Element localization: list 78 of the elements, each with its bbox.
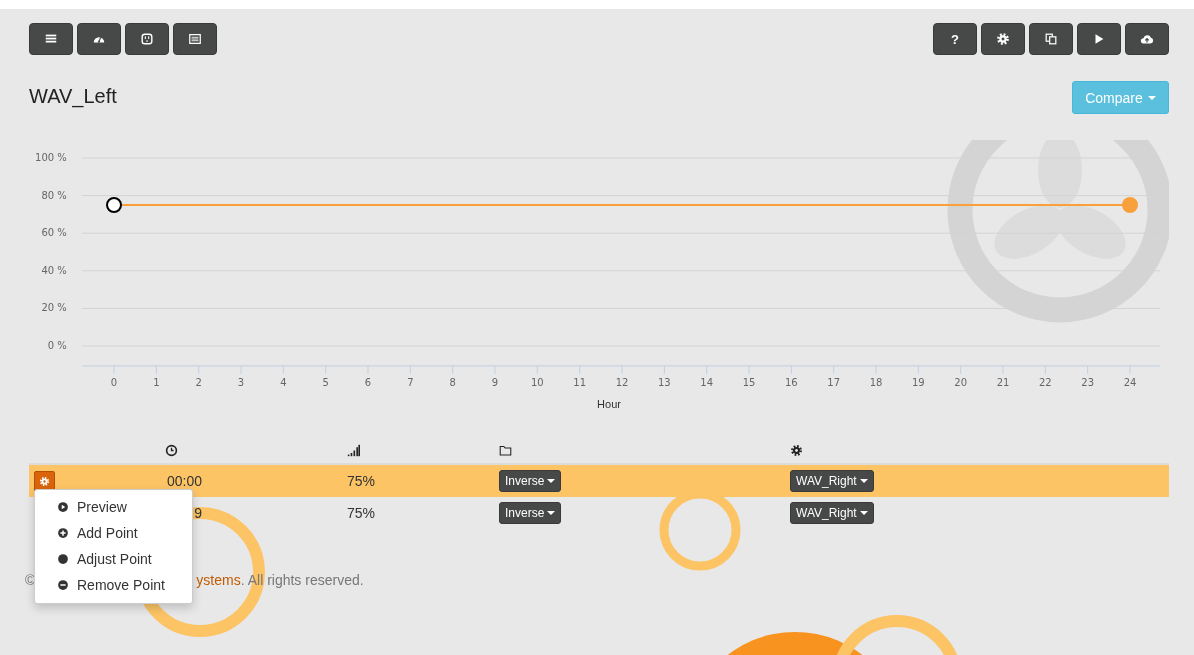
help-button[interactable]: ? — [933, 23, 977, 55]
x-tick-label: 6 — [364, 376, 372, 388]
x-tick-label: 15 — [742, 376, 756, 388]
x-axis-label: Hour — [597, 397, 621, 410]
copy-button[interactable] — [1029, 23, 1073, 55]
time-text: 00:00 — [165, 473, 202, 489]
x-tick-label: 2 — [195, 376, 202, 388]
list-icon — [44, 32, 58, 46]
x-tick-label: 8 — [449, 376, 456, 388]
selected-table-row[interactable]: 00:00 75% Inverse WAV_Right — [29, 465, 1169, 497]
x-tick-label: 22 — [1038, 376, 1052, 388]
settings-icon — [996, 32, 1010, 46]
upload-button[interactable] — [1125, 23, 1169, 55]
x-tick-label: 4 — [280, 376, 287, 388]
target-dropdown[interactable]: WAV_Right — [790, 502, 874, 524]
menu-item[interactable]: Remove Point — [35, 572, 192, 598]
caret-icon — [859, 511, 868, 515]
x-tick-label: 21 — [996, 376, 1010, 388]
x-tick-label: 12 — [615, 376, 629, 388]
x-tick-label: 16 — [784, 376, 798, 388]
x-tick-label: 19 — [911, 376, 925, 388]
settings-icon — [39, 475, 50, 487]
x-tick-label: 18 — [869, 376, 883, 388]
settings-button[interactable] — [981, 23, 1025, 55]
y-tick-label: 100 % — [35, 152, 67, 163]
menu-item[interactable]: Add Point — [35, 520, 192, 546]
circle-icon — [57, 553, 69, 565]
minus-circle-icon — [57, 579, 69, 591]
menu-item[interactable]: Adjust Point — [35, 546, 192, 572]
cloud-upload-icon — [1140, 32, 1154, 46]
signal-bars-icon — [347, 443, 360, 457]
x-tick-label: 9 — [491, 376, 499, 388]
y-tick-label: 40 % — [41, 264, 67, 276]
x-tick-label: 3 — [237, 376, 245, 388]
plus-circle-icon — [57, 527, 69, 539]
x-tick-label: 14 — [700, 376, 714, 388]
settings-icon — [790, 443, 803, 457]
caret-icon — [547, 511, 556, 515]
folder-icon — [499, 443, 512, 457]
target-dropdown[interactable]: WAV_Right — [790, 470, 874, 492]
x-tick-label: 24 — [1123, 376, 1137, 388]
row-settings-button[interactable] — [34, 470, 55, 492]
page-title: WAV_Left — [29, 85, 117, 108]
outlet-button[interactable] — [125, 23, 169, 55]
caret-icon — [859, 479, 868, 483]
play-button[interactable] — [1077, 23, 1121, 55]
x-tick-label: 17 — [827, 376, 841, 388]
y-tick-label: 20 % — [41, 302, 67, 314]
y-tick-label: 60 % — [41, 227, 67, 239]
x-tick-label: 13 — [657, 376, 671, 388]
x-tick-label: 7 — [407, 376, 414, 388]
x-tick-label: 1 — [153, 376, 160, 388]
table-icon — [188, 32, 202, 46]
play-circle-icon — [57, 501, 69, 513]
table-button[interactable] — [173, 23, 217, 55]
dashboard-button[interactable] — [77, 23, 121, 55]
x-tick-label: 23 — [1081, 376, 1095, 388]
data-point[interactable] — [106, 197, 122, 213]
x-tick-label: 0 — [110, 376, 118, 388]
y-tick-label: 80 % — [41, 189, 67, 201]
percent-text: 75% — [347, 473, 376, 489]
percent-text: 75% — [347, 505, 376, 521]
mode-dropdown[interactable]: Inverse — [499, 470, 562, 492]
x-tick-label: 11 — [573, 376, 587, 388]
mode-dropdown[interactable]: Inverse — [499, 502, 562, 524]
x-tick-label: 5 — [322, 376, 329, 388]
outlet-icon — [140, 32, 154, 46]
time-text: 9 — [193, 505, 202, 521]
y-tick-label: 0 % — [47, 340, 67, 351]
company-link[interactable]: ystems — [196, 572, 241, 588]
x-tick-label: 10 — [530, 376, 544, 388]
caret-icon — [1147, 95, 1156, 100]
caret-icon — [547, 479, 556, 483]
menu-item[interactable]: Preview — [35, 494, 192, 520]
copy-icon — [1044, 32, 1058, 46]
clock-icon — [165, 443, 178, 457]
x-tick-label: 20 — [954, 376, 968, 388]
list-button[interactable] — [29, 23, 73, 55]
